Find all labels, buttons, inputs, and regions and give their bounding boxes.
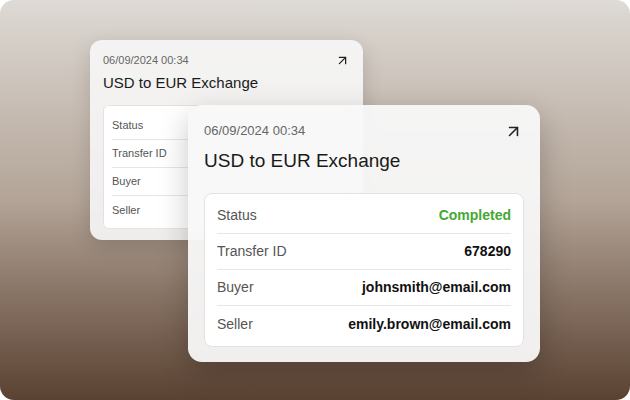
- card-title: USD to EUR Exchange: [103, 73, 350, 93]
- open-arrow-icon[interactable]: [504, 122, 523, 141]
- card-title: USD to EUR Exchange: [204, 148, 524, 174]
- card-date: 06/09/2024 00:34: [103, 52, 189, 68]
- detail-label: Seller: [112, 202, 140, 219]
- office-photo-background: 06/09/2024 00:34 USD to EUR Exchange Statu…: [0, 0, 630, 400]
- details-box: Status Completed Transfer ID 678290 Buyer joh…: [204, 193, 524, 347]
- detail-value: Completed: [439, 205, 511, 226]
- detail-row: Transfer ID 678290: [217, 234, 511, 270]
- detail-label: Buyer: [112, 173, 141, 190]
- page: 06/09/2024 00:34 USD to EUR Exchange Statu…: [0, 0, 630, 400]
- detail-value: johnsmith@email.com: [362, 277, 511, 298]
- detail-row: Seller emily.brown@email.com: [217, 306, 511, 342]
- detail-row: Status Completed: [217, 198, 511, 234]
- detail-label: Seller: [217, 314, 253, 335]
- transaction-card-front[interactable]: 06/09/2024 00:34 USD to EUR Exchange Statu…: [188, 105, 540, 362]
- detail-label: Status: [112, 117, 143, 134]
- open-arrow-icon[interactable]: [335, 53, 350, 68]
- detail-label: Buyer: [217, 277, 254, 298]
- detail-label: Transfer ID: [217, 241, 287, 262]
- detail-label: Transfer ID: [112, 145, 167, 162]
- card-date: 06/09/2024 00:34: [204, 121, 305, 141]
- detail-row: Buyer johnsmith@email.com: [217, 270, 511, 306]
- detail-value: 678290: [464, 241, 511, 262]
- detail-label: Status: [217, 205, 257, 226]
- detail-value: emily.brown@email.com: [348, 314, 511, 335]
